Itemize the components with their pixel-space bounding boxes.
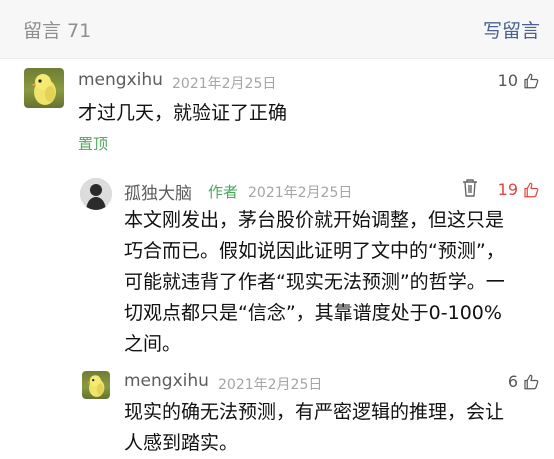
reply-text-line: 人感到踏实。 [124, 432, 239, 454]
comment-date: 2021年2月25日 [172, 76, 277, 92]
like-count: 19 [497, 180, 518, 199]
pinned-badge: 置顶 [78, 135, 109, 153]
thumbs-up-icon [524, 374, 539, 389]
reply-text-line: 可能就违背了作者“现实无法预测”的哲学。一 [124, 271, 505, 293]
reply-text-line: 巧合而已。假如说因此证明了文中的“预测”， [124, 240, 505, 262]
avatar[interactable] [82, 371, 110, 399]
reply-text: 本文刚发出，茅台股价就开始调整，但这只是 巧合而已。假如说因此证明了文中的“预测… [124, 205, 505, 360]
comment-text: 才过几天，就验证了正确 [78, 102, 288, 124]
thumbs-up-icon [524, 182, 539, 197]
write-comment-button[interactable]: 写留言 [483, 16, 540, 43]
reply-text: 现实的确无法预测，有严密逻辑的推理，会让 人感到踏实。 [124, 397, 504, 459]
comment-count: 留言 71 [23, 20, 92, 42]
like-button[interactable]: 19 [498, 180, 540, 199]
avatar[interactable] [80, 178, 112, 210]
reply-text-line: 本文刚发出，茅台股价就开始调整，但这只是 [124, 209, 505, 231]
thumbs-up-icon [524, 73, 539, 88]
comments-header: 留言 71 写留言 [0, 0, 554, 59]
reply-author[interactable]: 孤独大脑 [124, 179, 192, 204]
reply-date: 2021年2月25日 [218, 377, 323, 393]
reply-text-line: 切观点都只是“信念”，其靠谱度处于0-100% [124, 302, 502, 324]
avatar-bird-image [31, 74, 56, 105]
avatar[interactable] [24, 68, 64, 108]
author-badge: 作者 [208, 183, 239, 201]
like-count: 6 [507, 372, 518, 391]
reply-date: 2021年2月25日 [248, 185, 353, 201]
avatar-bird-image [86, 375, 105, 397]
like-count: 10 [497, 71, 518, 90]
like-button[interactable]: 6 [508, 372, 540, 391]
comment-author[interactable]: mengxihu [78, 70, 163, 90]
avatar-silhouette-image [80, 178, 112, 210]
reply-text-line: 现实的确无法预测，有严密逻辑的推理，会让 [124, 401, 505, 423]
trash-icon[interactable] [461, 178, 479, 198]
reply-text-line: 之间。 [124, 333, 182, 355]
like-button[interactable]: 10 [498, 71, 540, 90]
reply-author[interactable]: mengxihu [124, 371, 209, 391]
